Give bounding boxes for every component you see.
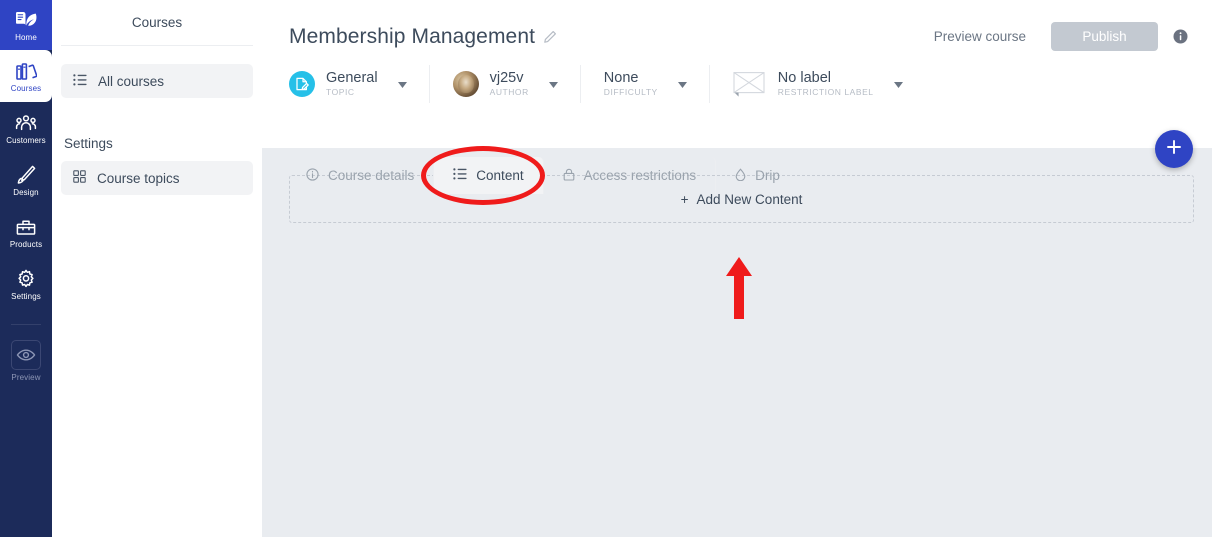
meta-topic-value: General [326,70,378,86]
rail-item-label: Preview [11,372,41,382]
gear-icon [15,267,37,289]
tab-label: Content [476,168,524,183]
sidebar-divider [61,45,253,46]
meta-restriction-value: No label [777,70,831,86]
publish-button[interactable]: Publish [1051,22,1158,51]
lock-icon [563,168,575,184]
plus-icon [1165,138,1183,161]
list-icon [453,168,467,183]
meta-topic-text: General TOPIC [326,70,378,98]
meta-author-key: AUTHOR [489,87,529,97]
sidebar-item-all-courses[interactable]: All courses [61,64,253,98]
chevron-down-icon[interactable] [893,75,903,93]
meta-restriction-key: RESTRICTION LABEL [777,87,874,97]
meta-difficulty-key: DIFFICULTY [603,87,658,97]
tab-drip[interactable]: Drip [716,157,799,194]
meta-topic[interactable]: General TOPIC [289,65,429,103]
rail-item-label: Courses [10,83,42,93]
pencil-icon[interactable] [543,30,557,44]
course-meta-row: General TOPIC vj25v AUTHOR None DIFFICUL… [262,51,1212,105]
chevron-down-icon[interactable] [548,75,558,93]
rail-item-label: Home [15,32,37,42]
meta-difficulty-value: None [603,70,639,86]
meta-difficulty[interactable]: None DIFFICULTY [579,65,709,103]
tab-label: Access restrictions [583,168,697,183]
tab-label: Drip [755,168,780,183]
avatar [452,71,479,97]
rail-item-label: Settings [11,291,41,301]
droplet-icon [735,167,746,184]
chevron-down-icon[interactable] [397,75,407,93]
meta-author[interactable]: vj25v AUTHOR [428,65,580,103]
rail-divider [11,324,41,325]
preview-course-link[interactable]: Preview course [934,29,1026,44]
meta-author-value: vj25v [489,70,524,86]
meta-topic-key: TOPIC [326,87,355,97]
course-topbar: Membership Management Preview course Pub… [262,0,1212,148]
app-root: Home Courses Customers Design Products S… [0,0,1212,537]
content-tab-panel: + Add New Content [262,130,1212,537]
rail-item-home[interactable]: Home [0,0,52,50]
rail-item-courses[interactable]: Courses [0,50,52,102]
secondary-sidebar: Courses All courses Settings Course topi… [52,0,262,537]
rail-item-label: Products [9,239,43,249]
main-panel: Membership Management Preview course Pub… [262,0,1212,537]
sidebar-item-label: All courses [98,73,165,89]
book-open-icon [14,8,38,30]
meta-difficulty-text: None DIFFICULTY [604,70,658,98]
info-icon[interactable] [1173,29,1188,44]
tab-access-restrictions[interactable]: Access restrictions [544,157,717,194]
chevron-down-icon[interactable] [677,75,687,93]
meta-restriction-text: No label RESTRICTION LABEL [778,70,874,98]
people-icon [14,111,38,133]
tab-content[interactable]: Content [434,157,544,194]
course-tabs: Course details Content Access restrictio… [0,156,799,194]
sidebar-group-settings: Settings [64,136,113,151]
broken-image-icon [733,71,767,97]
rail-item-products[interactable]: Products [0,206,52,258]
rail-item-customers[interactable]: Customers [0,102,52,154]
tab-label: Course details [328,168,415,183]
primary-nav-rail: Home Courses Customers Design Products S… [0,0,52,537]
box-icon [14,215,38,237]
list-icon [73,73,87,89]
sidebar-title: Courses [131,15,183,30]
rail-item-settings[interactable]: Settings [0,258,52,310]
topic-document-icon [289,71,315,97]
page-title: Membership Management [289,24,536,48]
eye-icon [11,339,41,370]
info-circle-icon [306,167,319,184]
title-row: Membership Management Preview course Pub… [262,0,1212,51]
books-icon [15,59,37,81]
rail-item-label: Customers [6,135,46,145]
rail-item-preview[interactable]: Preview [0,335,52,387]
tab-course-details[interactable]: Course details [287,157,435,194]
add-fab-button[interactable] [1155,130,1193,168]
meta-restriction-label[interactable]: No label RESTRICTION LABEL [708,65,925,103]
meta-author-text: vj25v AUTHOR [490,70,529,98]
